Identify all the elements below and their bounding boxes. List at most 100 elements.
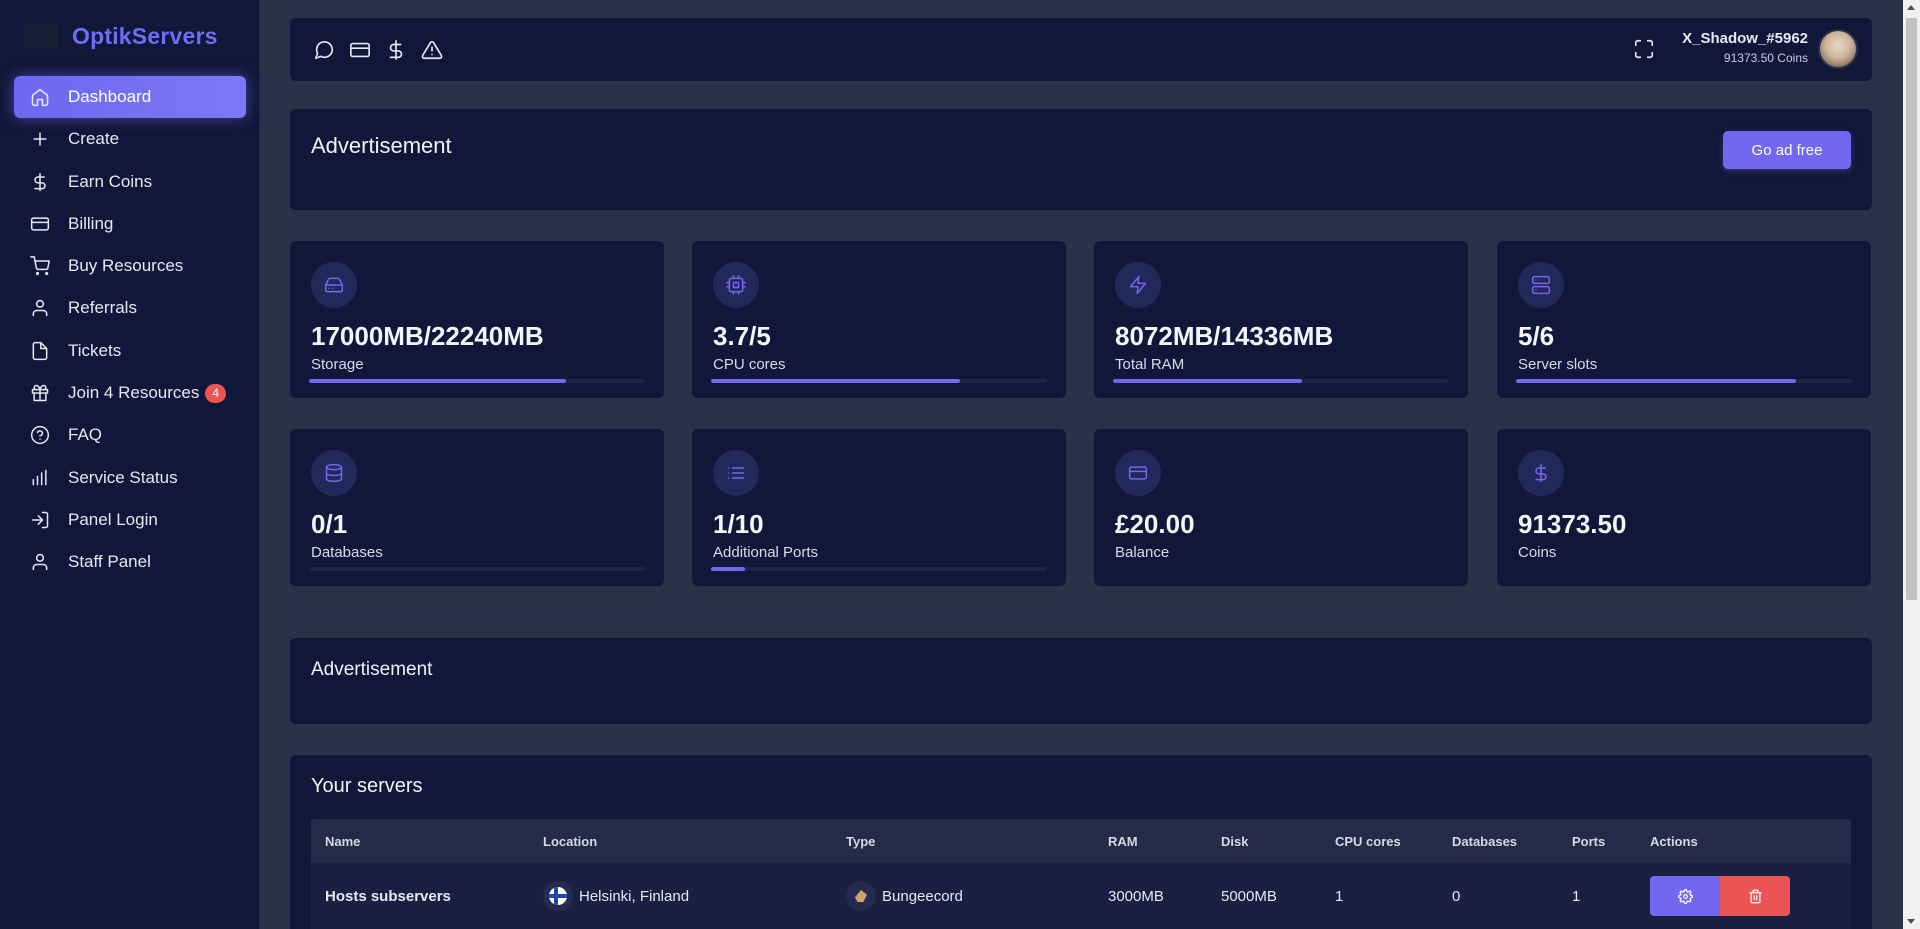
progress-fill bbox=[1516, 379, 1796, 383]
progress-bar bbox=[1113, 379, 1449, 383]
progress-fill bbox=[711, 379, 960, 383]
cpu-icon bbox=[713, 262, 759, 308]
progress-bar bbox=[309, 379, 645, 383]
sidebar-item-dashboard[interactable]: Dashboard bbox=[14, 76, 246, 118]
servers-title: Your servers bbox=[311, 775, 423, 797]
sidebar-item-label: Referrals bbox=[68, 298, 137, 318]
sidebar-item-staff-panel[interactable]: Staff Panel bbox=[14, 541, 246, 583]
stat-value: 17000MB/22240MB bbox=[311, 321, 544, 351]
avatar[interactable] bbox=[1818, 29, 1858, 69]
sidebar-item-panel-login[interactable]: Panel Login bbox=[14, 499, 246, 541]
column-header: Type bbox=[846, 833, 876, 849]
column-header: RAM bbox=[1108, 833, 1138, 849]
sidebar-item-join-resources[interactable]: Join 4 Resources 4 bbox=[14, 372, 246, 414]
sidebar-item-referrals[interactable]: Referrals bbox=[14, 287, 246, 329]
trash-icon bbox=[1748, 889, 1762, 903]
plus-icon bbox=[30, 129, 50, 149]
server-icon bbox=[1518, 262, 1564, 308]
dollar-icon bbox=[30, 172, 50, 192]
sidebar-item-create[interactable]: Create bbox=[14, 118, 246, 160]
dollar-icon bbox=[1518, 450, 1564, 496]
stat-value: £20.00 bbox=[1115, 509, 1195, 539]
column-header: Databases bbox=[1452, 833, 1518, 849]
progress-fill bbox=[309, 379, 566, 383]
brand-name: OptikServers bbox=[72, 22, 218, 49]
sidebar-item-service-status[interactable]: Service Status bbox=[14, 457, 246, 499]
progress-bar bbox=[711, 567, 1047, 571]
sidebar-item-label: Dashboard bbox=[68, 87, 152, 106]
user-icon bbox=[30, 298, 50, 318]
stat-label: Storage bbox=[311, 356, 364, 373]
shopping-cart-icon bbox=[30, 256, 50, 276]
stat-card-storage: 17000MB/22240MB Storage bbox=[290, 241, 664, 398]
user-info[interactable]: X_Shadow_#5962 91373.50 Coins bbox=[1682, 30, 1808, 65]
advertisement-card: Advertisement Go ad free bbox=[290, 109, 1872, 210]
stat-label: Balance bbox=[1115, 544, 1170, 561]
stat-label: Server slots bbox=[1518, 356, 1598, 373]
zap-icon bbox=[1115, 262, 1161, 308]
credit-card-icon[interactable] bbox=[348, 38, 372, 62]
sidebar-item-label: Earn Coins bbox=[68, 171, 153, 191]
sidebar-item-tickets[interactable]: Tickets bbox=[14, 330, 246, 372]
fullscreen-icon[interactable] bbox=[1633, 38, 1657, 62]
stat-card-databases: 0/1 Databases bbox=[290, 429, 664, 586]
advertisement-title: Advertisement bbox=[311, 133, 452, 158]
credit-card-icon bbox=[1115, 450, 1161, 496]
top-navbar: X_Shadow_#5962 91373.50 Coins bbox=[290, 18, 1872, 81]
stat-card-server-slots: 5/6 Server slots bbox=[1497, 241, 1871, 398]
user-coins: 91373.50 Coins bbox=[1723, 51, 1808, 65]
stat-value: 91373.50 bbox=[1518, 509, 1627, 539]
server-type: Bungeecord bbox=[846, 881, 963, 911]
progress-bar bbox=[711, 379, 1047, 383]
column-header: CPU cores bbox=[1335, 833, 1401, 849]
sidebar-item-label: Panel Login bbox=[68, 509, 158, 529]
brand[interactable]: OptikServers bbox=[24, 20, 218, 52]
stat-label: CPU cores bbox=[713, 356, 786, 373]
bar-chart-icon bbox=[30, 468, 50, 488]
brand-logo bbox=[24, 24, 58, 48]
sidebar-item-earn-coins[interactable]: Earn Coins bbox=[14, 161, 246, 203]
table-row[interactable]: Hosts subservers Helsinki, Finland Bunge… bbox=[311, 863, 1851, 929]
stat-card-coins: 91373.50 Coins bbox=[1497, 429, 1871, 586]
stat-value: 5/6 bbox=[1518, 321, 1555, 351]
hard-drive-icon bbox=[311, 262, 357, 308]
sidebar-item-faq[interactable]: FAQ bbox=[14, 414, 246, 456]
scroll-thumb[interactable] bbox=[1906, 18, 1917, 600]
sidebar-item-label: Service Status bbox=[68, 467, 178, 487]
home-icon bbox=[30, 87, 50, 107]
stat-label: Databases bbox=[311, 544, 383, 561]
stat-card-balance: £20.00 Balance bbox=[1094, 429, 1468, 586]
dollar-icon[interactable] bbox=[384, 38, 408, 62]
message-circle-icon[interactable] bbox=[312, 38, 336, 62]
server-delete-button[interactable] bbox=[1720, 876, 1790, 916]
stat-value: 3.7/5 bbox=[713, 321, 771, 351]
progress-fill bbox=[1113, 379, 1303, 383]
page-scrollbar[interactable] bbox=[1903, 0, 1920, 929]
alert-triangle-icon[interactable] bbox=[420, 38, 444, 62]
server-databases: 0 bbox=[1452, 887, 1461, 905]
go-ad-free-button[interactable]: Go ad free bbox=[1723, 131, 1851, 169]
stat-label: Additional Ports bbox=[713, 544, 819, 561]
server-actions bbox=[1650, 876, 1790, 916]
server-cpu: 1 bbox=[1335, 887, 1344, 905]
help-circle-icon bbox=[30, 425, 50, 445]
stat-label: Coins bbox=[1518, 544, 1557, 561]
advertisement-title: Advertisement bbox=[311, 659, 433, 680]
server-disk: 5000MB bbox=[1221, 887, 1277, 905]
sidebar-item-billing[interactable]: Billing bbox=[14, 203, 246, 245]
scroll-down-icon[interactable] bbox=[1907, 919, 1915, 924]
servers-card: Your servers Name Location Type RAM Disk… bbox=[290, 755, 1872, 929]
top-icons bbox=[312, 38, 444, 62]
type-text: Bungeecord bbox=[882, 887, 963, 905]
table-header: Name Location Type RAM Disk CPU cores Da… bbox=[311, 819, 1851, 863]
sidebar-item-buy-resources[interactable]: Buy Resources bbox=[14, 245, 246, 287]
scroll-up-icon[interactable] bbox=[1907, 5, 1915, 10]
server-location: Helsinki, Finland bbox=[543, 881, 689, 911]
server-ram: 3000MB bbox=[1108, 887, 1164, 905]
sidebar-item-label: Join 4 Resources bbox=[68, 383, 200, 403]
stat-value: 0/1 bbox=[311, 509, 348, 539]
server-settings-button[interactable] bbox=[1650, 876, 1720, 916]
stat-card-ports: 1/10 Additional Ports bbox=[692, 429, 1066, 586]
sidebar: OptikServers Dashboard Create Earn Coins… bbox=[0, 0, 260, 929]
progress-bar bbox=[309, 567, 645, 571]
